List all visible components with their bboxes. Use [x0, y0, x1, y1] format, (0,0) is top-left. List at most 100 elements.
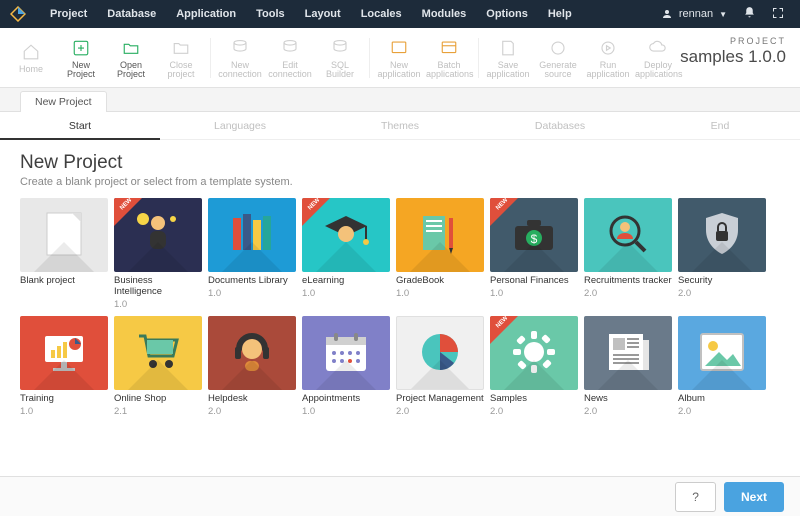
template-name: Recruitments tracker	[584, 275, 672, 286]
template-card[interactable]: NEWSamples2.0	[490, 316, 578, 417]
tab-new-project[interactable]: New Project	[20, 91, 107, 112]
template-card[interactable]: Blank project	[20, 198, 108, 310]
stepper: Start Languages Themes Databases End	[0, 112, 800, 140]
template-thumb	[302, 316, 390, 390]
menu-application[interactable]: Application	[166, 0, 246, 28]
template-version: 1.0	[114, 299, 202, 310]
template-thumb: NEW$	[490, 198, 578, 272]
template-version: 2.1	[114, 406, 202, 417]
template-thumb	[396, 316, 484, 390]
home-icon	[8, 41, 54, 63]
template-card[interactable]: NEWeLearning1.0	[302, 198, 390, 310]
template-card[interactable]: Training1.0	[20, 316, 108, 417]
notifications-icon[interactable]	[735, 6, 764, 22]
template-version: 1.0	[490, 288, 578, 299]
page-subtitle: Create a blank project or select from a …	[20, 176, 780, 188]
tool-new-connection[interactable]: New connection	[215, 33, 265, 83]
next-button[interactable]: Next	[724, 482, 784, 512]
tool-home[interactable]: Home	[6, 37, 56, 78]
tool-save-application[interactable]: Save application	[483, 33, 533, 83]
template-version: 2.0	[208, 406, 296, 417]
new-ribbon-icon: NEW	[490, 316, 518, 344]
template-card[interactable]: News2.0	[584, 316, 672, 417]
template-card[interactable]: Security2.0	[678, 198, 766, 310]
template-card[interactable]: Documents Library 1.0	[208, 198, 296, 310]
template-card[interactable]: Appointments1.0	[302, 316, 390, 417]
template-version: 2.0	[584, 288, 672, 299]
template-version: 2.0	[584, 406, 672, 417]
tool-new-project[interactable]: New Project	[56, 33, 106, 83]
template-name: Business Intelligence	[114, 275, 202, 297]
tool-run-application[interactable]: Run application	[583, 33, 633, 83]
template-version: 1.0	[302, 288, 390, 299]
template-version: 1.0	[208, 288, 296, 299]
user-menu[interactable]: rennan ▼	[653, 8, 735, 20]
cloud-upload-icon	[635, 37, 681, 59]
tool-sql-builder[interactable]: SQL Builder	[315, 33, 365, 83]
menu-options[interactable]: Options	[476, 0, 538, 28]
tool-new-application[interactable]: New application	[374, 33, 424, 83]
menu-database[interactable]: Database	[97, 0, 166, 28]
template-card[interactable]: Album2.0	[678, 316, 766, 417]
template-card[interactable]: Helpdesk 2.0	[208, 316, 296, 417]
database-sql-icon	[317, 37, 363, 59]
tool-open-project[interactable]: Open Project	[106, 33, 156, 83]
template-thumb: NEW	[302, 198, 390, 272]
template-thumb	[208, 198, 296, 272]
template-version: 2.0	[490, 406, 578, 417]
menu-modules[interactable]: Modules	[412, 0, 477, 28]
template-card[interactable]: Online Shop2.1	[114, 316, 202, 417]
user-icon	[661, 8, 673, 20]
template-card[interactable]: Project Management2.0	[396, 316, 484, 417]
menu-locales[interactable]: Locales	[351, 0, 412, 28]
template-thumb	[396, 198, 484, 272]
template-card[interactable]: NEW Business Intelligence 1.0	[114, 198, 202, 310]
folder-open-icon	[108, 37, 154, 59]
step-start[interactable]: Start	[0, 112, 160, 140]
step-end[interactable]: End	[640, 112, 800, 139]
tool-close-project[interactable]: Close project	[156, 33, 206, 83]
tool-batch-applications[interactable]: Batch applications	[424, 33, 474, 83]
menu-tools[interactable]: Tools	[246, 0, 295, 28]
menu-help[interactable]: Help	[538, 0, 582, 28]
menu-layout[interactable]: Layout	[295, 0, 351, 28]
step-themes[interactable]: Themes	[320, 112, 480, 139]
template-card[interactable]: GradeBook1.0	[396, 198, 484, 310]
template-grid: Blank project NEW Business Intelligence 1.0…	[20, 198, 780, 417]
tool-deploy-applications[interactable]: Deploy applications	[633, 33, 683, 83]
new-ribbon-icon: NEW	[302, 198, 330, 226]
tool-edit-connection[interactable]: Edit connection	[265, 33, 315, 83]
project-name: samples 1.0.0	[680, 47, 786, 67]
menu-project[interactable]: Project	[40, 0, 97, 28]
plus-square-icon	[58, 37, 104, 59]
tool-generate-source[interactable]: Generate source	[533, 33, 583, 83]
template-version: 1.0	[20, 406, 108, 417]
new-ribbon-icon: NEW	[114, 198, 142, 226]
save-icon	[485, 37, 531, 59]
template-name: Project Management	[396, 393, 484, 404]
template-name: Helpdesk	[208, 393, 296, 404]
template-card[interactable]: NEW$Personal Finances1.0	[490, 198, 578, 310]
template-thumb: NEW	[490, 316, 578, 390]
database-edit-icon	[267, 37, 313, 59]
template-name: Documents Library	[208, 275, 296, 286]
template-card[interactable]: Recruitments tracker 2.0	[584, 198, 672, 310]
help-button[interactable]: ?	[675, 482, 716, 512]
caret-down-icon: ▼	[719, 10, 727, 19]
template-name: GradeBook	[396, 275, 484, 286]
template-thumb	[20, 198, 108, 272]
menubar: Project Database Application Tools Layou…	[0, 0, 800, 28]
project-title: PROJECT samples 1.0.0	[680, 36, 786, 67]
template-version: 2.0	[678, 406, 766, 417]
new-ribbon-icon: NEW	[490, 198, 518, 226]
fullscreen-icon[interactable]	[764, 7, 792, 22]
template-version: 2.0	[678, 288, 766, 299]
toolbar: Home New Project Open Project Close proj…	[0, 28, 800, 88]
step-languages[interactable]: Languages	[160, 112, 320, 139]
app-logo	[8, 4, 28, 24]
step-databases[interactable]: Databases	[480, 112, 640, 139]
template-name: Appointments	[302, 393, 390, 404]
content: New Project Create a blank project or se…	[0, 140, 800, 516]
page-title: New Project	[20, 152, 780, 174]
template-name: Blank project	[20, 275, 108, 286]
